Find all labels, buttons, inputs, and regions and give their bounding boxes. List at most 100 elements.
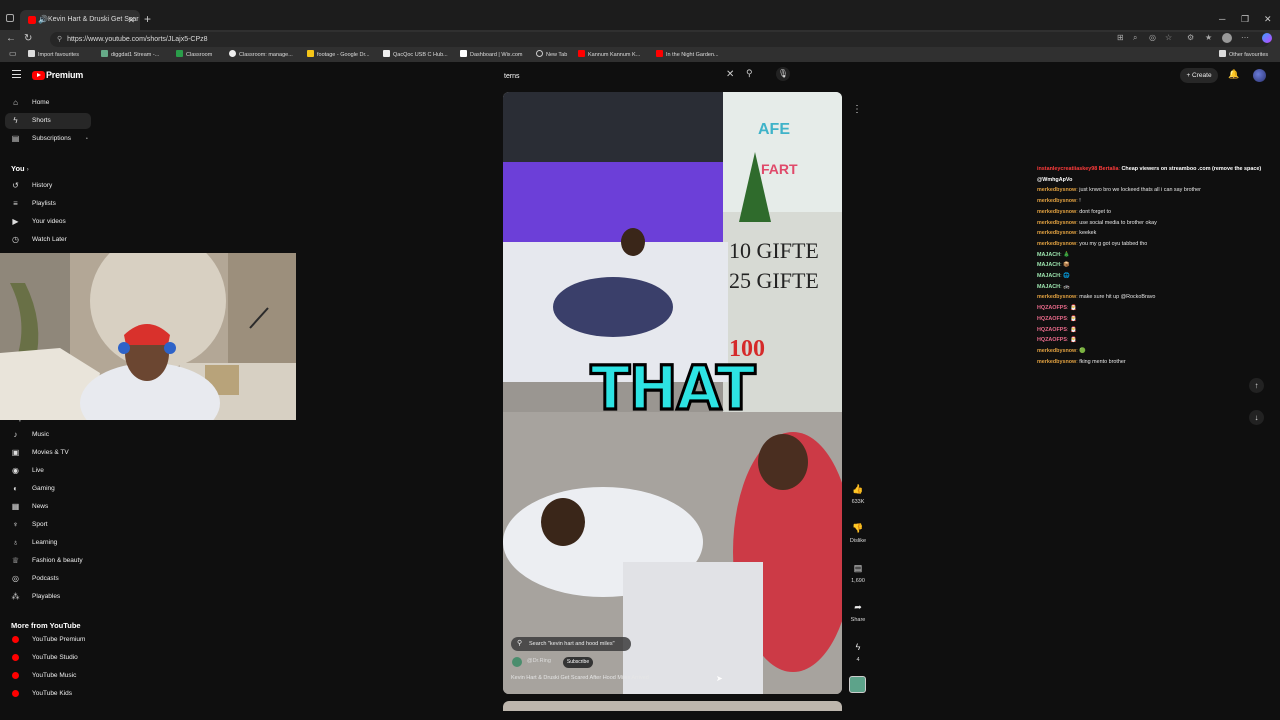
create-button[interactable]: + Create [1180, 68, 1218, 83]
clear-search-icon[interactable]: ✕ [726, 69, 734, 80]
profile-avatar[interactable] [1222, 33, 1232, 43]
bookmark-item[interactable]: In the Night Garden... [656, 50, 719, 60]
youtube-logo-icon[interactable] [32, 71, 45, 80]
sidebar-item-youtube-music[interactable]: YouTube Music [0, 668, 96, 684]
tab-actions-icon[interactable] [6, 14, 14, 22]
other-favourites[interactable]: Other favourites [1219, 50, 1268, 60]
account-avatar[interactable] [1253, 69, 1266, 82]
url-field[interactable]: ⚲ https://www.youtube.com/shorts/JLajx5-… [50, 32, 1270, 47]
live-icon: ◉ [12, 466, 19, 475]
sidebar-item-fashion[interactable]: ♕ Fashion & beauty [0, 553, 96, 569]
sidebar-item-movies[interactable]: ▣ Movies & TV [0, 445, 96, 461]
sidebar-item-youtube-premium[interactable]: YouTube Premium [0, 632, 96, 648]
back-button[interactable]: ← [6, 33, 16, 44]
notifications-bell-icon[interactable]: 🔔 [1228, 69, 1239, 80]
chat-text: 📦 [1063, 262, 1070, 269]
movies-icon: ▣ [11, 448, 20, 457]
sidebar-item-youtube-studio[interactable]: YouTube Studio [0, 650, 96, 666]
sidebar-item-your-videos[interactable]: ▶ Your videos [0, 214, 96, 230]
playlists-icon: ≡ [13, 199, 18, 208]
related-search-chip[interactable]: ⚲ Search "kevin hart and hood miles" [511, 637, 631, 651]
audio-playing-icon[interactable]: 🔊 [38, 10, 48, 30]
share-button[interactable]: ➦ [851, 600, 865, 614]
youtube-premium-brand[interactable]: Premium [46, 70, 83, 80]
dislike-button[interactable]: 👎 [851, 521, 865, 535]
sound-thumbnail[interactable] [849, 676, 866, 693]
chat-username: HQZAOFPS [1037, 305, 1067, 312]
menu-icon[interactable] [12, 70, 21, 78]
search-icon[interactable]: ⚲ [746, 68, 760, 82]
share-action: ➦ Share [842, 600, 874, 623]
sidebar-item-playables[interactable]: ⁂ Playables [0, 589, 96, 605]
bookmark-item[interactable]: diggdat1 Stream -... [101, 50, 159, 60]
sidebar-item-playlists[interactable]: ≡ Playlists [0, 196, 96, 212]
bookmark-item[interactable]: Classroom: manage... [229, 50, 293, 60]
previous-short-button[interactable]: ↑ [1249, 378, 1264, 393]
new-tab-button[interactable]: + [144, 12, 151, 26]
share-label: Share [850, 617, 866, 623]
tracking-icon[interactable]: ◎ [1149, 33, 1156, 42]
channel-avatar[interactable] [512, 657, 522, 667]
more-options-vertical-icon[interactable]: ⋮ [852, 104, 862, 115]
zoom-icon[interactable]: ⌕ [1133, 33, 1137, 43]
install-app-icon[interactable]: ⊞ [1117, 33, 1124, 42]
remix-button[interactable]: ϟ [851, 640, 865, 654]
sidebar-item-gaming[interactable]: ◐ Gaming [0, 481, 96, 497]
like-button[interactable]: 👍 [851, 482, 865, 496]
channel-name[interactable]: @Dr.Ring [527, 658, 551, 664]
bookmark-item[interactable]: Kannum Kannum K... [578, 50, 640, 60]
sidebar-item-learning[interactable]: ♁ Learning [0, 535, 96, 551]
next-short-preview[interactable] [503, 701, 842, 711]
bookmark-item[interactable]: footage - Google Dr... [307, 50, 370, 60]
sidebar-item-subscriptions[interactable]: ▤ Subscriptions • [0, 131, 96, 147]
chat-username: merkedbysnow [1037, 187, 1077, 194]
news-icon: ▦ [11, 502, 20, 511]
maximize-button[interactable]: ❐ [1241, 14, 1249, 25]
site-info-icon[interactable]: ⚲ [57, 36, 62, 43]
minimize-button[interactable]: ─ [1219, 14, 1225, 24]
sidebar-item-history[interactable]: ↺ History [0, 178, 96, 194]
bookmark-item[interactable]: Import favourites [28, 50, 79, 60]
bookmark-item[interactable]: QacQoc USB C Hub... [383, 50, 448, 60]
search-input[interactable] [504, 70, 704, 82]
favourites-icon[interactable]: ★ [1205, 33, 1212, 42]
remix-count: 4 [856, 657, 860, 663]
folder-icon [28, 50, 35, 57]
chat-message: merkedbysnow: ! [1037, 198, 1081, 205]
sidebar-item-live[interactable]: ◉ Live [0, 463, 96, 479]
playables-icon: ⁂ [11, 592, 20, 601]
extensions-icon[interactable]: ⚙ [1187, 33, 1194, 42]
close-tab-icon[interactable]: ✕ [127, 10, 135, 30]
more-from-youtube-heading: More from YouTube [11, 621, 81, 630]
shorts-video-player[interactable]: AFE FART 10 GIFTE 25 GIFTE 100 THAT ⚲ Sea… [503, 92, 842, 694]
next-short-button[interactable]: ↓ [1249, 410, 1264, 425]
sidebar-item-sport[interactable]: ♆ Sport [0, 517, 96, 533]
sidebar-item-podcasts[interactable]: ◎ Podcasts [0, 571, 96, 587]
bookmark-item[interactable]: Classroom [176, 50, 212, 60]
sidebar-item-youtube-kids[interactable]: YouTube Kids [0, 686, 96, 702]
favourite-star-icon[interactable]: ☆ [1165, 33, 1172, 42]
chat-message: merkedbysnow: make sure hit up @RockoBra… [1037, 294, 1156, 301]
sidebar-item-watch-later[interactable]: ◷ Watch Later [0, 232, 96, 248]
chat-username: merkedbysnow [1037, 347, 1077, 354]
close-window-button[interactable]: ✕ [1264, 14, 1272, 25]
refresh-button[interactable]: ↻ [24, 33, 32, 44]
subscribe-button[interactable]: Subscribe [563, 657, 593, 668]
you-heading[interactable]: You › [11, 164, 29, 173]
video-title[interactable]: Kevin Hart & Druski Get Scared After Hoo… [511, 675, 649, 681]
sidebar-item-shorts[interactable]: ϟ Shorts [5, 113, 91, 129]
youtube-studio-icon [11, 654, 20, 662]
sidebar-item-home[interactable]: ⌂ Home [0, 95, 96, 111]
browser-tab[interactable]: 🔊 Kevin Hart & Druski Get Scar ✕ [20, 10, 140, 30]
bookmark-item[interactable]: New Tab [536, 50, 567, 60]
more-options-icon[interactable]: ⋯ [1241, 33, 1249, 42]
microphone-icon[interactable]: 🎙 [776, 67, 790, 81]
favourites-bar-icon: ▭ [9, 49, 17, 58]
sidebar-item-news[interactable]: ▦ News [0, 499, 96, 515]
youtube-kids-icon [11, 690, 20, 698]
sidebar-item-music[interactable]: ♪ Music [0, 427, 96, 443]
copilot-icon[interactable] [1262, 33, 1272, 43]
search-icon: ⚲ [517, 640, 523, 647]
comments-button[interactable]: ▤ [851, 561, 865, 575]
bookmark-item[interactable]: Dashboard | Wix.com [460, 50, 522, 60]
